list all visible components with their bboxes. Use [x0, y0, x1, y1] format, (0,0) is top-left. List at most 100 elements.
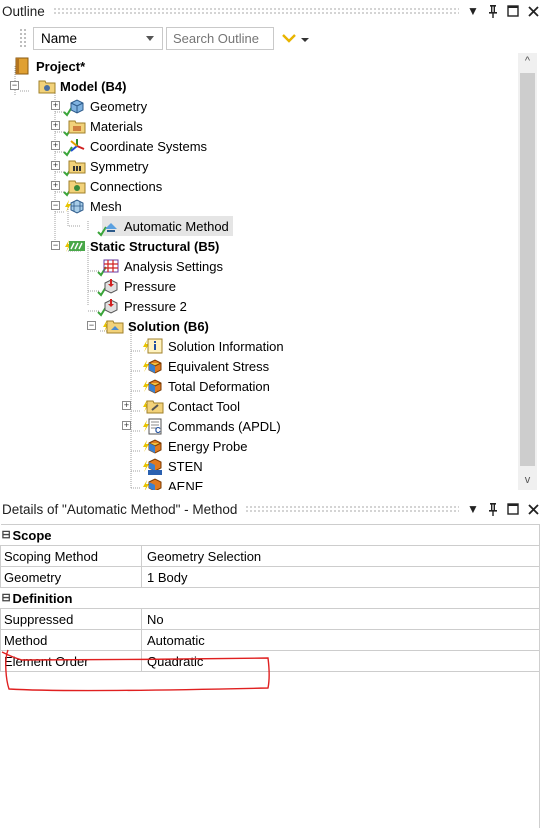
close-icon[interactable] [527, 502, 539, 516]
collapse-icon[interactable]: − [10, 81, 19, 90]
tree-item-label: Connections [90, 178, 163, 194]
scroll-down-icon[interactable]: v [518, 474, 537, 488]
detail-row[interactable]: Element Order Quadratic [0, 650, 540, 672]
coordinate-systems-icon [68, 137, 86, 155]
scroll-up-icon[interactable]: ^ [518, 55, 537, 69]
detail-value[interactable]: No [141, 608, 540, 630]
collapse-icon[interactable]: − [51, 201, 60, 210]
contact-tool-icon [146, 397, 164, 415]
collapse-icon[interactable]: ⊟ [2, 528, 11, 541]
collapse-icon[interactable]: − [87, 321, 96, 330]
tree-item-label: Solution Information [168, 338, 284, 354]
tree-item-automatic-method[interactable]: Automatic Method [97, 216, 233, 237]
tree-item-label: Pressure 2 [124, 298, 187, 314]
tree-item-label: Project* [36, 58, 86, 74]
toolbar-grip[interactable] [19, 28, 27, 48]
tree-item-label: Equivalent Stress [168, 358, 270, 374]
column-select[interactable]: Name [33, 27, 163, 50]
mesh-icon [68, 197, 86, 215]
user-result-icon [146, 457, 164, 475]
outline-header-grip[interactable] [52, 7, 459, 15]
expand-icon[interactable]: + [51, 161, 60, 170]
tree-item-model[interactable]: Model (B4) [38, 76, 126, 96]
tree-item-pressure[interactable]: Pressure [97, 276, 176, 297]
tree-item-commands-apdl[interactable]: C Commands (APDL) [143, 416, 281, 436]
detail-key: Element Order [0, 650, 142, 672]
outline-toolbar: Name [0, 26, 547, 52]
group-row-scope[interactable]: ⊟ Scope [0, 524, 540, 546]
tree-item-coordinate-systems[interactable]: Coordinate Systems [63, 136, 207, 157]
detail-value[interactable]: 1 Body [141, 566, 540, 588]
detail-value[interactable]: Automatic [141, 629, 540, 651]
tree-item-solution[interactable]: Solution (B6) [103, 316, 209, 336]
pressure-icon [102, 297, 120, 315]
expand-icon[interactable]: + [51, 141, 60, 150]
chevron-down-icon[interactable]: ▼ [467, 4, 479, 18]
tree-item-analysis-settings[interactable]: Analysis Settings [97, 256, 223, 277]
detail-row[interactable]: Geometry 1 Body [0, 566, 540, 588]
search-outline-input[interactable] [166, 27, 274, 50]
details-header: Details of "Automatic Method" - Method ▼ [0, 498, 547, 520]
maximize-icon[interactable] [507, 502, 519, 516]
tree-item-mesh[interactable]: Mesh [65, 196, 122, 216]
svg-text:C: C [155, 426, 161, 435]
tree-item-label: Model (B4) [60, 78, 127, 94]
outline-scrollbar[interactable]: ^ v [518, 53, 537, 490]
detail-key: Suppressed [0, 608, 142, 630]
method-icon [102, 217, 120, 235]
expand-icon[interactable]: + [51, 121, 60, 130]
tree-item-symmetry[interactable]: Symmetry [63, 156, 149, 177]
chevron-down-icon[interactable]: ▼ [467, 502, 479, 516]
scrollbar-thumb[interactable] [520, 73, 535, 466]
tree-item-aene[interactable]: AENE [143, 476, 203, 490]
collapse-icon[interactable]: − [51, 241, 60, 250]
expand-icon[interactable]: + [122, 401, 131, 410]
connections-icon [68, 177, 86, 195]
tree-item-static-structural[interactable]: Static Structural (B5) [65, 236, 219, 256]
detail-value[interactable]: Quadratic [141, 650, 540, 672]
geometry-icon [68, 97, 86, 115]
tree-item-label: Analysis Settings [124, 258, 223, 274]
tree-item-label: Materials [90, 118, 143, 134]
collapse-icon[interactable]: ⊟ [2, 591, 11, 604]
details-title: Details of "Automatic Method" - Method [2, 501, 238, 517]
close-icon[interactable] [527, 4, 539, 18]
tree-item-label: Commands (APDL) [168, 418, 281, 434]
column-select-value: Name [41, 31, 78, 46]
tree-item-materials[interactable]: Materials [63, 116, 143, 137]
tree-item-label: Contact Tool [168, 398, 241, 414]
group-row-definition[interactable]: ⊟ Definition [0, 587, 540, 609]
tree-item-connections[interactable]: Connections [63, 176, 163, 197]
expand-icon[interactable]: + [51, 101, 60, 110]
outline-header: Outline ▼ [0, 0, 547, 22]
tree-item-pressure-2[interactable]: Pressure 2 [97, 296, 187, 317]
detail-value[interactable]: Geometry Selection [141, 545, 540, 567]
pin-icon[interactable] [487, 502, 499, 516]
detail-row[interactable]: Scoping Method Geometry Selection [0, 545, 540, 567]
tree-item-solution-information[interactable]: Solution Information [143, 336, 284, 356]
tree-item-project[interactable]: Project* [14, 56, 85, 76]
analysis-settings-icon [102, 257, 120, 275]
result-icon [146, 357, 164, 375]
tree-item-geometry[interactable]: Geometry [63, 96, 147, 117]
tree-item-total-deformation[interactable]: Total Deformation [143, 376, 270, 396]
tree-item-sten[interactable]: STEN [143, 456, 203, 476]
tree-item-equivalent-stress[interactable]: Equivalent Stress [143, 356, 270, 376]
detail-row[interactable]: Method Automatic [0, 629, 540, 651]
filter-icon[interactable] [280, 30, 314, 48]
pin-icon[interactable] [487, 4, 499, 18]
detail-row[interactable]: Suppressed No [0, 608, 540, 630]
tree-item-label: Mesh [90, 198, 122, 214]
expand-icon[interactable]: + [51, 181, 60, 190]
model-folder-icon [38, 77, 56, 95]
detail-key: Geometry [0, 566, 142, 588]
result-icon [146, 437, 164, 455]
tree-item-energy-probe[interactable]: Energy Probe [143, 436, 248, 456]
project-book-icon [14, 57, 32, 75]
outline-title: Outline [2, 3, 45, 19]
details-header-grip[interactable] [245, 505, 459, 513]
maximize-icon[interactable] [507, 4, 519, 18]
expand-icon[interactable]: + [122, 421, 131, 430]
tree-item-contact-tool[interactable]: Contact Tool [143, 396, 241, 416]
details-divider [539, 546, 540, 828]
